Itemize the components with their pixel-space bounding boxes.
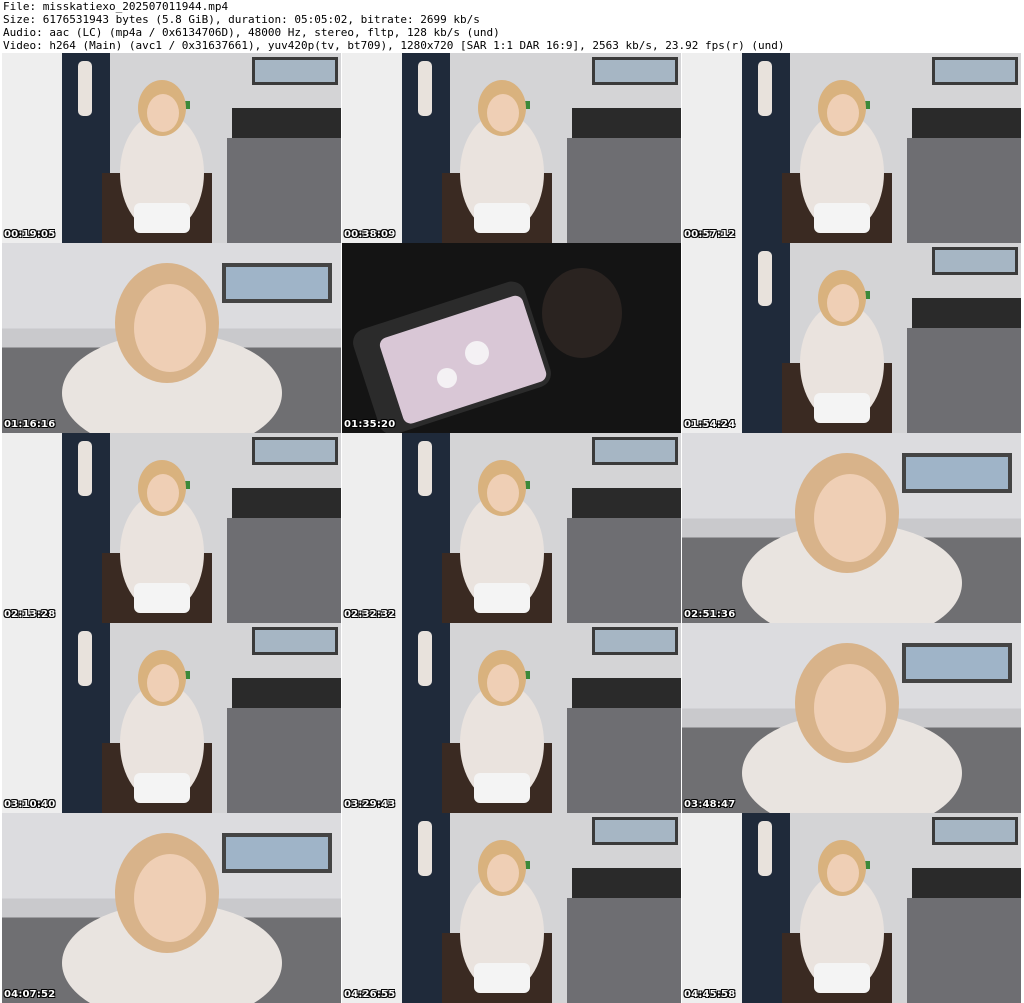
thumbnail: 03:10:40 [2,623,341,813]
thumbnail-image [682,623,1021,813]
thumbnail: 01:35:20 [342,243,681,433]
thumbnail-image [682,813,1021,1003]
audio-info-line: Audio: aac (LC) (mp4a / 0x6134706D), 480… [3,26,500,39]
thumbnail: 03:48:47 [682,623,1021,813]
file-size-line: Size: 6176531943 bytes (5.8 GiB), durati… [3,13,480,26]
thumbnail: 00:19:05 [2,53,341,243]
thumbnail-timestamp: 00:19:05 [4,229,56,240]
file-name-line: File: misskatiexo_202507011944.mp4 [3,0,229,13]
thumbnail: 01:16:16 [2,243,341,433]
thumbnail-timestamp: 01:35:20 [344,419,396,430]
thumbnail-image [2,243,341,433]
thumbnail-image [342,433,681,623]
thumbnail-image [682,433,1021,623]
thumbnail: 02:32:32 [342,433,681,623]
thumbnail-timestamp: 00:38:09 [344,229,396,240]
thumbnail-image [2,433,341,623]
thumbnail-timestamp: 02:51:36 [684,609,736,620]
thumbnail-image [342,243,681,433]
thumbnail-image [342,53,681,243]
thumbnail-timestamp: 00:57:12 [684,229,736,240]
thumbnail: 04:45:58 [682,813,1021,1003]
thumbnail-image [342,813,681,1003]
thumbnail-timestamp: 01:54:24 [684,419,736,430]
thumbnail-grid: 00:19:05 00:38:09 00:57:12 01:16:16 01:35:20… [2,53,1022,1003]
thumbnail-timestamp: 04:45:58 [684,989,736,1000]
thumbnail: 03:29:43 [342,623,681,813]
thumbnail-timestamp: 03:29:43 [344,799,396,810]
thumbnail: 00:38:09 [342,53,681,243]
thumbnail-timestamp: 02:32:32 [344,609,396,620]
thumbnail-image [682,243,1021,433]
thumbnail-timestamp: 01:16:16 [4,419,56,430]
thumbnail-timestamp: 04:26:55 [344,989,396,1000]
thumbnail-timestamp: 03:10:40 [4,799,56,810]
thumbnail-image [2,53,341,243]
thumbnail-timestamp: 04:07:52 [4,989,56,1000]
thumbnail-image [682,53,1021,243]
thumbnail: 02:51:36 [682,433,1021,623]
file-info-header: File: misskatiexo_202507011944.mp4 Size:… [3,0,1021,52]
thumbnail-timestamp: 02:13:28 [4,609,56,620]
thumbnail: 04:26:55 [342,813,681,1003]
thumbnail: 02:13:28 [2,433,341,623]
video-info-line: Video: h264 (Main) (avc1 / 0x31637661), … [3,39,785,52]
thumbnail: 04:07:52 [2,813,341,1003]
thumbnail: 00:57:12 [682,53,1021,243]
thumbnail-image [2,813,341,1003]
thumbnail: 01:54:24 [682,243,1021,433]
thumbnail-image [342,623,681,813]
thumbnail-image [2,623,341,813]
thumbnail-timestamp: 03:48:47 [684,799,736,810]
